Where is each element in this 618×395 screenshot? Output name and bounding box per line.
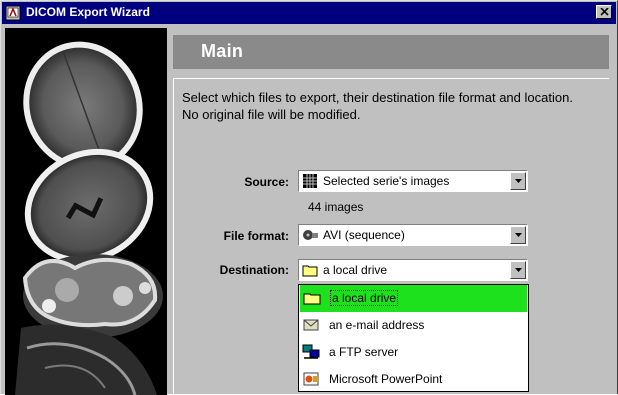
file-format-label: File format:: [223, 229, 289, 243]
description-text: Select which files to export, their dest…: [182, 90, 573, 122]
destination-option-local-drive[interactable]: a local drive: [300, 285, 527, 312]
file-format-dropdown-arrow[interactable]: [510, 226, 526, 244]
destination-option-email[interactable]: an e-mail address: [299, 312, 528, 339]
app-icon: [5, 5, 21, 21]
option-label: an e-mail address: [329, 318, 425, 332]
destination-options-list: a local drive an e-mail address a FTP se…: [298, 284, 529, 392]
option-label: a local drive: [330, 290, 399, 306]
folder-icon: [303, 293, 321, 305]
folder-icon: [302, 265, 318, 277]
file-format-value: AVI (sequence): [323, 228, 405, 242]
option-label: a FTP server: [329, 345, 399, 359]
source-value: Selected serie's images: [323, 174, 450, 188]
chevron-down-icon: [514, 233, 522, 237]
section-title: Main: [201, 41, 244, 61]
image-grid-icon: [303, 174, 317, 188]
ct-scan-preview-image: [5, 28, 167, 395]
powerpoint-icon: [303, 372, 319, 386]
file-format-dropdown[interactable]: AVI (sequence): [298, 224, 528, 246]
destination-value: a local drive: [323, 263, 388, 277]
envelope-icon: [303, 319, 319, 331]
destination-dropdown[interactable]: a local drive: [298, 259, 528, 281]
window-title: DICOM Export Wizard: [26, 5, 150, 19]
close-button[interactable]: [596, 5, 612, 19]
source-dropdown-arrow[interactable]: [510, 172, 526, 190]
source-dropdown[interactable]: Selected serie's images: [298, 170, 528, 192]
ct-scan-preview-graphic: [5, 28, 167, 395]
destination-option-powerpoint[interactable]: Microsoft PowerPoint: [299, 366, 528, 393]
film-reel-icon: [303, 230, 318, 240]
chevron-down-icon: [514, 179, 522, 183]
destination-dropdown-arrow[interactable]: [510, 261, 526, 279]
network-computer-icon: [302, 344, 320, 359]
close-icon: [599, 8, 609, 16]
title-bar[interactable]: DICOM Export Wizard: [2, 2, 616, 24]
source-label: Source:: [244, 175, 289, 189]
image-count: 44 images: [308, 200, 364, 214]
section-header: Main: [173, 35, 609, 69]
destination-label: Destination:: [219, 263, 289, 277]
export-wizard-window: DICOM Export Wizard Main Select which fi…: [0, 0, 618, 395]
destination-option-ftp[interactable]: a FTP server: [299, 339, 528, 366]
option-label: Microsoft PowerPoint: [329, 372, 443, 386]
chevron-down-icon: [514, 268, 522, 272]
